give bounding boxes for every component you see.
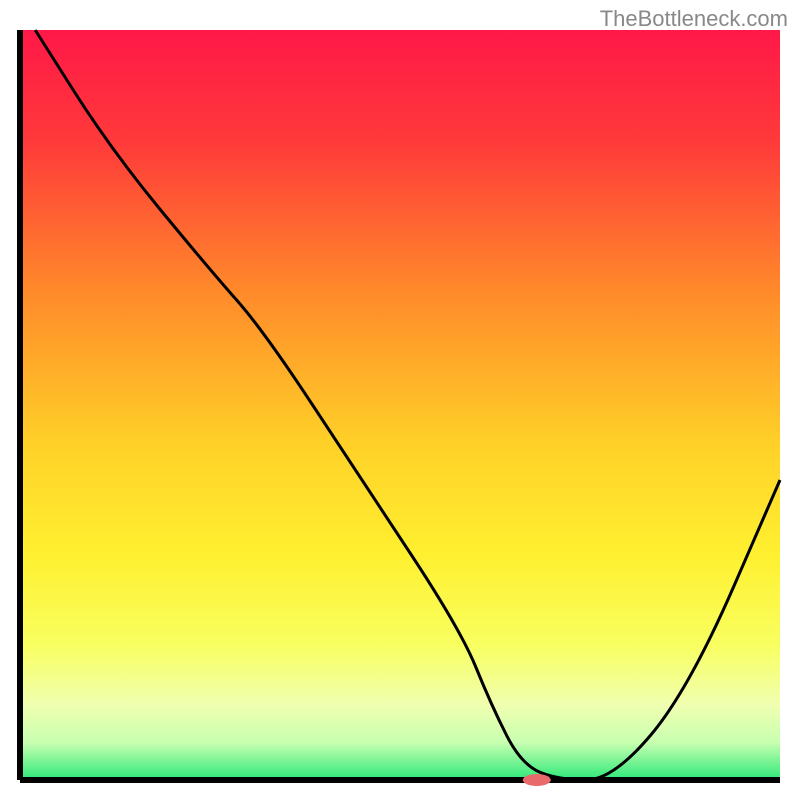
bottleneck-chart [0,0,800,800]
watermark-text: TheBottleneck.com [600,6,788,32]
chart-background [20,30,780,780]
optimal-marker [523,774,551,786]
chart-container: TheBottleneck.com [0,0,800,800]
